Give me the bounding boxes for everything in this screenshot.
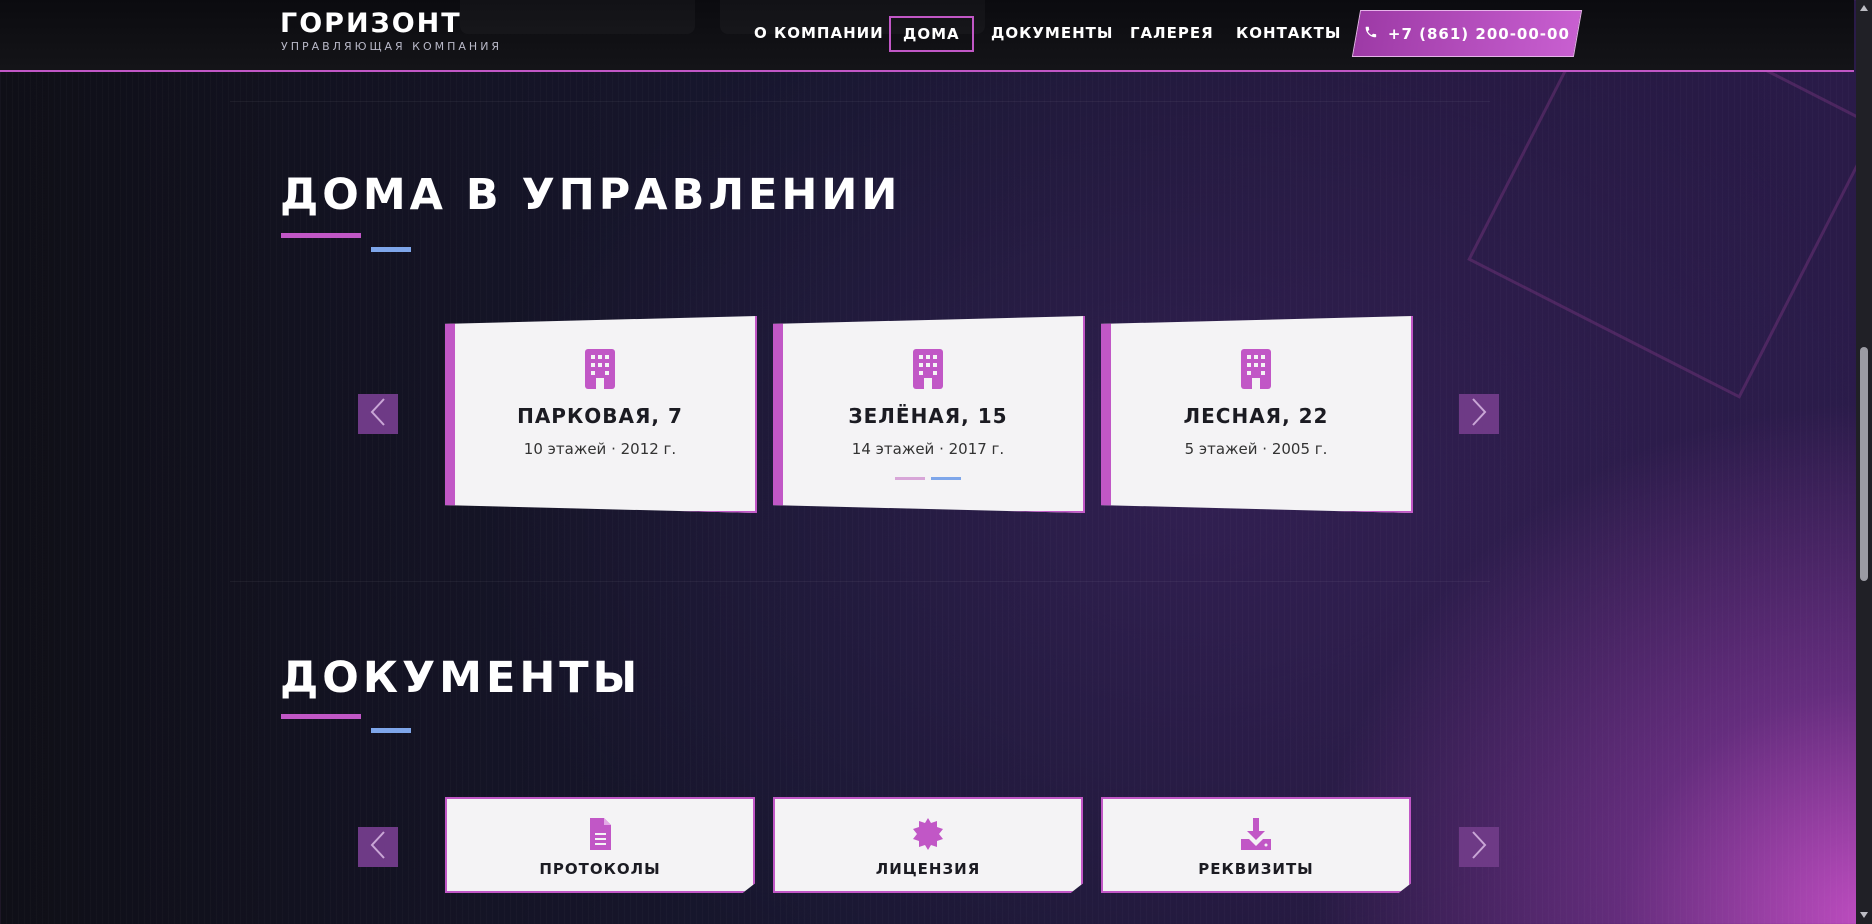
carousel-dot[interactable] [931, 477, 961, 480]
chevron-right-icon [1468, 829, 1490, 865]
houses-next-button[interactable] [1459, 394, 1499, 434]
scrollbar-thumb[interactable] [1860, 347, 1868, 581]
nav-item-contacts[interactable]: КОНТАКТЫ [1236, 16, 1341, 50]
logo-title[interactable]: ГОРИЗОНТ [280, 8, 462, 39]
house-name: ЛЕСНАЯ, 22 [1183, 404, 1329, 428]
document-label: ПРОТОКОЛЫ [539, 860, 661, 878]
chevron-left-icon [367, 396, 389, 432]
nav-item-about[interactable]: О КОМПАНИИ [754, 16, 884, 50]
section-divider [230, 101, 1490, 102]
document-card-requisites[interactable]: РЕКВИЗИТЫ [1101, 797, 1411, 893]
phone-icon [1364, 25, 1378, 43]
carousel-dot[interactable] [895, 477, 925, 480]
chevron-right-icon [1468, 396, 1490, 432]
building-icon [445, 348, 755, 390]
certificate-icon [775, 817, 1081, 851]
phone-button[interactable]: +7 (861) 200-00-00 [1351, 10, 1583, 57]
document-label: ЛИЦЕНЗИЯ [875, 860, 981, 878]
house-card[interactable]: ПАРКОВАЯ, 7 10 этажей · 2012 г. [445, 316, 757, 513]
house-info: 10 этажей · 2012 г. [523, 440, 677, 458]
header-decoration [460, 0, 695, 34]
house-info: 14 этажей · 2017 г. [851, 440, 1005, 458]
section-divider [230, 581, 1490, 582]
logo-subtitle: УПРАВЛЯЮЩАЯ КОМПАНИЯ [281, 40, 503, 53]
documents-section-title: ДОКУМЕНТЫ [280, 653, 642, 703]
title-underline-accent [281, 233, 361, 238]
title-underline-accent [281, 714, 361, 719]
phone-number: +7 (861) 200-00-00 [1388, 24, 1570, 43]
house-card[interactable]: ЛЕСНАЯ, 22 5 этажей · 2005 г. [1101, 316, 1413, 513]
file-text-icon [447, 817, 753, 851]
nav-item-documents[interactable]: ДОКУМЕНТЫ [991, 16, 1113, 50]
document-card-protocols[interactable]: ПРОТОКОЛЫ [445, 797, 755, 893]
scroll-up-arrow[interactable] [1860, 5, 1868, 11]
houses-prev-button[interactable] [358, 394, 398, 434]
site-header: ГОРИЗОНТ УПРАВЛЯЮЩАЯ КОМПАНИЯ О КОМПАНИИ… [0, 0, 1854, 72]
download-icon [1103, 817, 1409, 851]
chevron-left-icon [367, 829, 389, 865]
nav-item-houses[interactable]: ДОМА [889, 16, 974, 52]
house-info: 5 этажей · 2005 г. [1184, 440, 1328, 458]
carousel-indicator [773, 477, 1083, 480]
houses-section-title: ДОМА В УПРАВЛЕНИИ [280, 170, 902, 220]
building-icon [1101, 348, 1411, 390]
title-underline-secondary [371, 247, 411, 252]
house-name: ПАРКОВАЯ, 7 [517, 404, 683, 428]
document-card-license[interactable]: ЛИЦЕНЗИЯ [773, 797, 1083, 893]
scroll-down-arrow[interactable] [1860, 912, 1868, 918]
title-underline-secondary [371, 728, 411, 733]
house-name: ЗЕЛЁНАЯ, 15 [848, 404, 1008, 428]
building-icon [773, 348, 1083, 390]
nav-item-gallery[interactable]: ГАЛЕРЕЯ [1130, 16, 1214, 50]
document-label: РЕКВИЗИТЫ [1198, 860, 1314, 878]
documents-next-button[interactable] [1459, 827, 1499, 867]
house-card[interactable]: ЗЕЛЁНАЯ, 15 14 этажей · 2017 г. [773, 316, 1085, 513]
documents-prev-button[interactable] [358, 827, 398, 867]
